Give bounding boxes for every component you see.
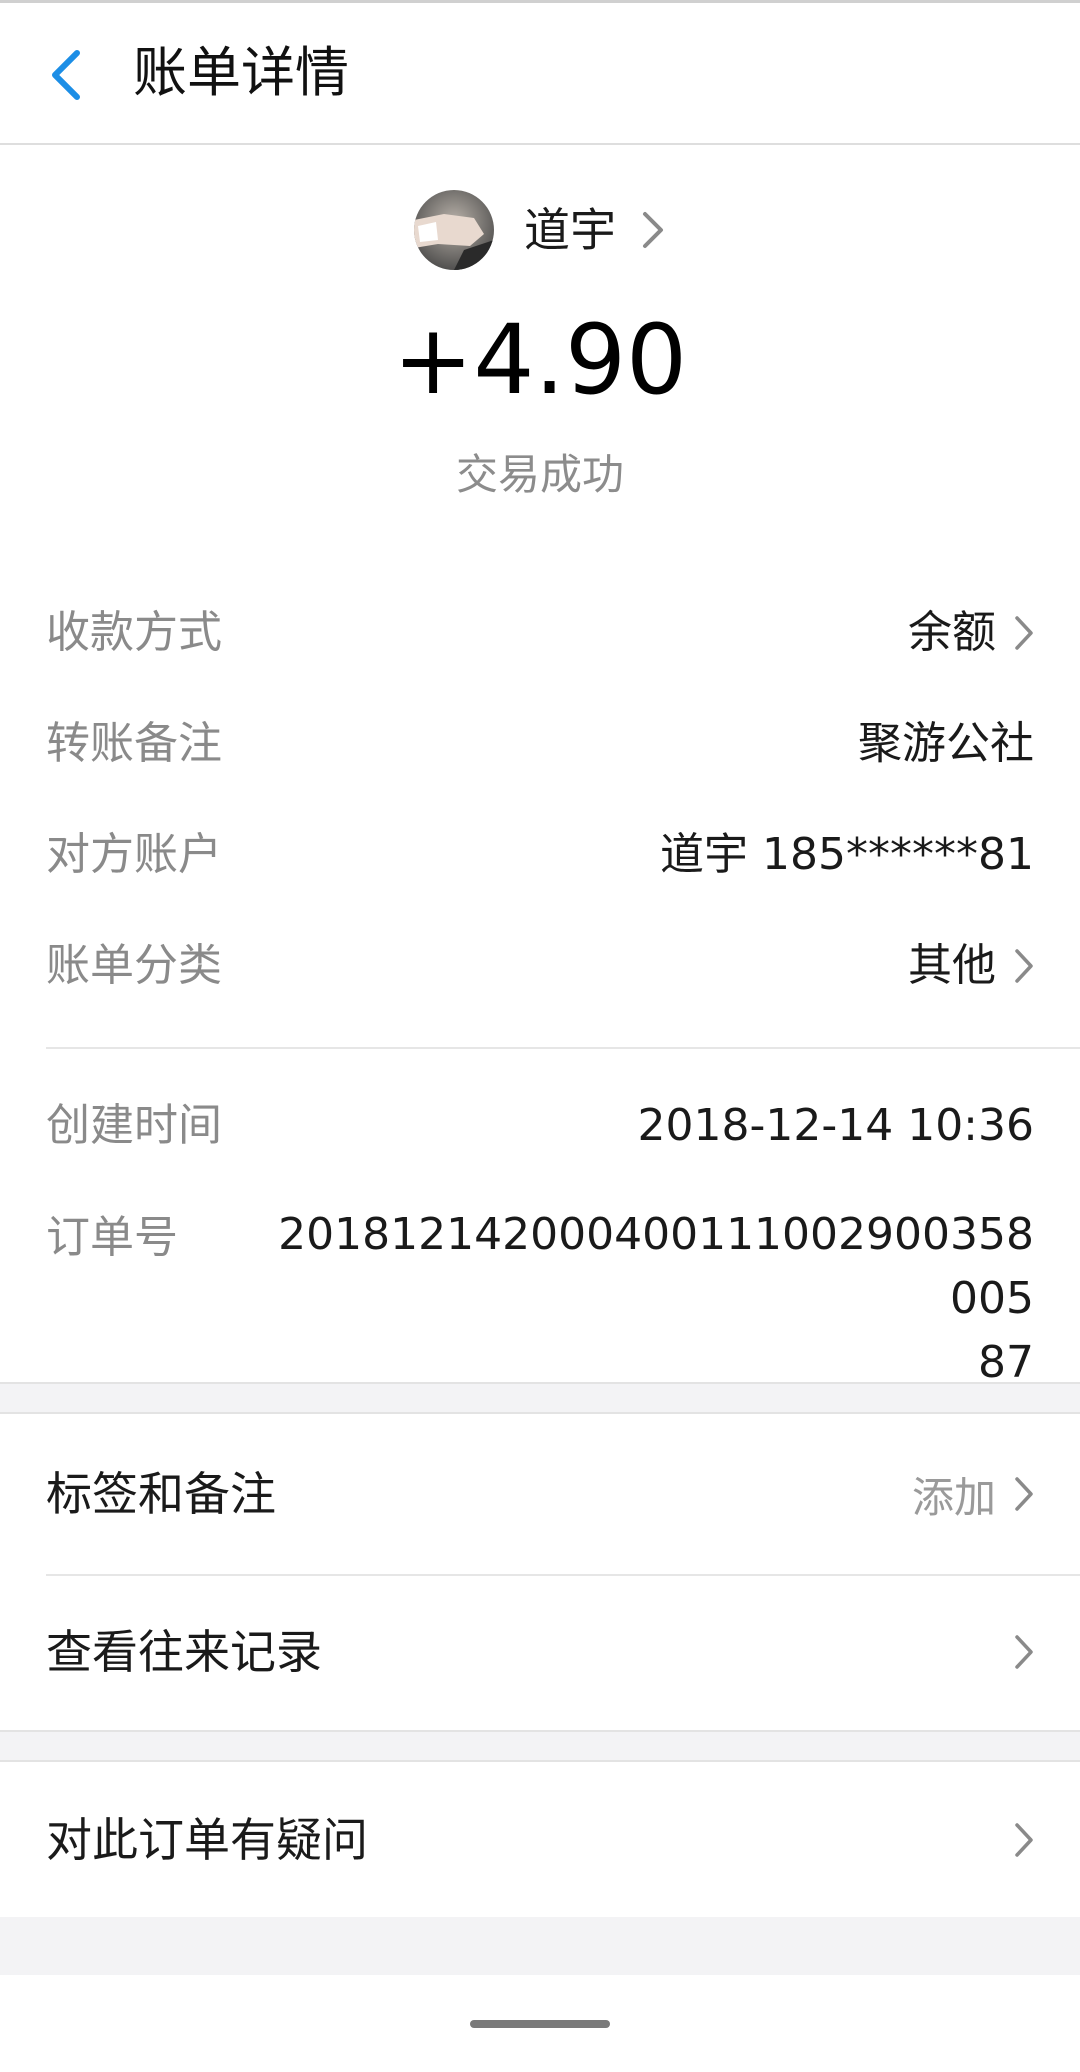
detail-value: 2018-12-14 10:36 — [637, 1100, 1035, 1151]
page-title: 账单详情 — [133, 41, 349, 104]
category-row[interactable]: 账单分类 其他 — [46, 931, 1034, 1001]
avatar — [414, 190, 494, 270]
chevron-left-icon — [52, 50, 80, 100]
action-right — [1014, 1810, 1034, 1870]
detail-label: 对方账户 — [46, 829, 222, 880]
detail-label: 转账备注 — [46, 718, 222, 769]
section-gap — [0, 1382, 1080, 1414]
chevron-right-icon — [1015, 949, 1033, 983]
payment-method-row[interactable]: 收款方式 余额 — [46, 598, 1034, 668]
nav-bar: 账单详情 — [0, 3, 1080, 145]
counterparty-row: 对方账户 道宇 185******81 — [46, 820, 1034, 890]
history-row[interactable]: 查看往来记录 — [0, 1576, 1080, 1730]
payer-link[interactable]: 道宇 — [0, 185, 1080, 275]
detail-label: 创建时间 — [46, 1100, 222, 1151]
detail-label: 订单号 — [46, 1212, 178, 1263]
payer-name: 道宇 — [524, 203, 616, 257]
detail-label: 收款方式 — [46, 607, 222, 658]
action-label: 标签和备注 — [46, 1467, 276, 1521]
add-hint: 添加 — [911, 1472, 996, 1522]
detail-value: 道宇 185******81 — [660, 829, 1034, 880]
tags-notes-row[interactable]: 标签和备注 添加 — [0, 1414, 1080, 1574]
detail-label: 账单分类 — [46, 940, 222, 991]
back-button[interactable] — [36, 37, 96, 113]
chevron-right-icon — [1015, 1477, 1033, 1511]
dispute-row[interactable]: 对此订单有疑问 — [0, 1762, 1080, 1917]
section-gap — [0, 1730, 1080, 1762]
amount: +4.90 — [392, 304, 688, 416]
action-label: 查看往来记录 — [46, 1625, 322, 1679]
action-right — [1014, 1622, 1034, 1682]
detail-value-text: 余额 — [908, 607, 996, 658]
order-number: 201812142000400111002900358005 87 — [278, 1209, 1034, 1388]
divider — [46, 1047, 1080, 1049]
chevron-right-icon — [1015, 1823, 1033, 1857]
order-number-row: 订单号 201812142000400111002900358005 87 — [46, 1203, 1034, 1388]
transfer-note-row: 转账备注 聚游公社 — [46, 709, 1034, 779]
detail-value-text: 其他 — [908, 940, 996, 991]
action-right: 添加 — [912, 1464, 1034, 1524]
status-text: 交易成功 — [455, 450, 624, 499]
chevron-right-icon — [1015, 616, 1033, 650]
chevron-right-icon — [643, 212, 663, 248]
home-indicator[interactable] — [470, 2020, 610, 2028]
detail-value: 其他 — [908, 931, 1034, 1001]
detail-value: 聚游公社 — [858, 718, 1034, 769]
detail-value: 余额 — [908, 598, 1034, 668]
created-time-row: 创建时间 2018-12-14 10:36 — [46, 1091, 1034, 1161]
chevron-right-icon — [1015, 1635, 1033, 1669]
action-label: 对此订单有疑问 — [46, 1813, 368, 1867]
